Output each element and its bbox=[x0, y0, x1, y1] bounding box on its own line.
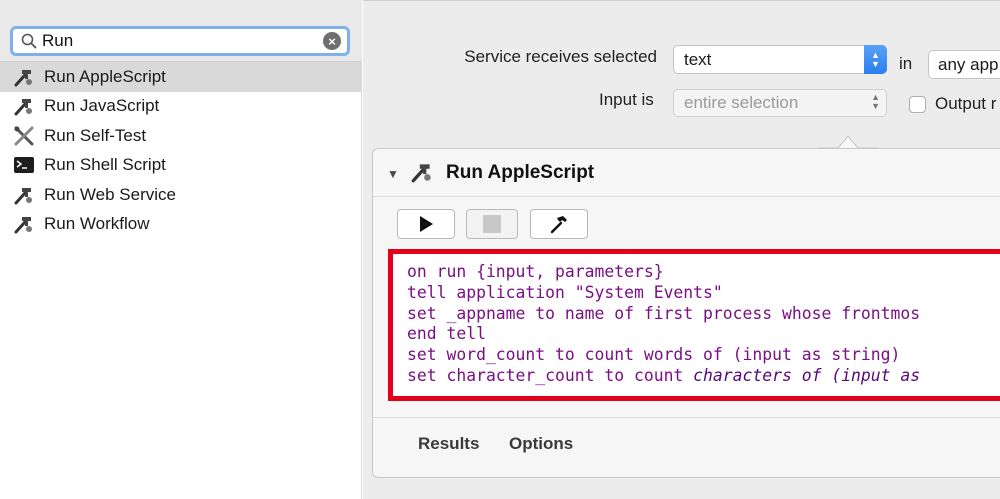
list-item-label: Run AppleScript bbox=[44, 66, 166, 86]
select-chevron-icon: ▲ ▼ bbox=[871, 92, 880, 111]
applescript-icon bbox=[12, 66, 36, 88]
output-label: Output r bbox=[935, 94, 997, 113]
list-item-label: Run Web Service bbox=[44, 184, 176, 204]
code-text-italic: characters of (input as bbox=[693, 365, 921, 385]
play-icon bbox=[420, 216, 433, 232]
list-item-run-workflow[interactable]: Run Workflow bbox=[0, 210, 362, 240]
list-item-run-shell-script[interactable]: Run Shell Script bbox=[0, 151, 362, 181]
terminal-icon bbox=[12, 154, 36, 176]
code-line: set word_count to count words of (input … bbox=[407, 345, 901, 365]
list-item-run-self-test[interactable]: Run Self-Test bbox=[0, 121, 362, 151]
list-item-label: Run Self-Test bbox=[44, 125, 147, 145]
search-bar: × bbox=[0, 0, 362, 62]
tab-options[interactable]: Options bbox=[509, 434, 573, 454]
clear-circle-icon[interactable]: × bbox=[323, 32, 341, 50]
in-label: in bbox=[899, 54, 913, 73]
search-field[interactable]: × bbox=[10, 26, 350, 56]
list-item-run-javascript[interactable]: Run JavaScript bbox=[0, 92, 362, 122]
application-value: any app bbox=[938, 55, 999, 74]
code-line: on run {input, parameters} bbox=[407, 262, 664, 281]
list-item-run-web-service[interactable]: Run Web Service bbox=[0, 180, 362, 210]
action-card: ▼ Run AppleScript on run {input, paramet… bbox=[372, 148, 1000, 478]
actions-library-pane: × Run AppleScript Run JavaScript Run Sel… bbox=[0, 0, 362, 499]
service-receives-label: Service receives selected bbox=[464, 47, 657, 66]
tools-cross-icon bbox=[12, 125, 36, 147]
input-is-value: entire selection bbox=[684, 93, 799, 112]
input-is-label: Input is bbox=[599, 90, 654, 109]
magnifier-icon bbox=[16, 29, 42, 53]
applescript-icon bbox=[12, 184, 36, 206]
select-stepper-icon: ▲ ▼ bbox=[864, 45, 887, 74]
code-line: tell application "System Events" bbox=[407, 282, 723, 302]
list-item-label: Run Workflow bbox=[44, 214, 150, 234]
service-type-select[interactable]: text ▲ ▼ bbox=[673, 45, 887, 74]
code-line: end tell bbox=[407, 324, 486, 344]
list-item-label: Run JavaScript bbox=[44, 96, 160, 116]
search-input[interactable] bbox=[42, 30, 323, 52]
list-item-label: Run Shell Script bbox=[44, 155, 166, 175]
service-type-value: text bbox=[684, 50, 712, 69]
output-checkbox[interactable] bbox=[909, 96, 926, 113]
code-line: set _appname to name of first process wh… bbox=[407, 303, 921, 323]
code-line: set character_count to count characters … bbox=[407, 366, 1000, 387]
stop-button[interactable] bbox=[466, 209, 518, 239]
hammer-icon bbox=[550, 216, 567, 234]
stop-icon bbox=[483, 215, 501, 233]
action-list: Run AppleScript Run JavaScript Run Self-… bbox=[0, 62, 362, 239]
workflow-pane: Service receives selected text ▲ ▼ in any… bbox=[363, 0, 1000, 499]
action-card-tabs: Results Options bbox=[373, 417, 1000, 455]
run-button[interactable] bbox=[397, 209, 455, 239]
action-title: Run AppleScript bbox=[446, 162, 595, 183]
list-item-run-applescript[interactable]: Run AppleScript bbox=[0, 62, 362, 92]
applescript-icon bbox=[409, 159, 435, 185]
compile-button[interactable] bbox=[530, 209, 588, 239]
applescript-icon bbox=[12, 95, 36, 117]
code-text: set character_count to count bbox=[407, 365, 694, 385]
action-card-header: ▼ Run AppleScript bbox=[373, 149, 1000, 197]
application-select[interactable]: any app bbox=[928, 50, 1000, 79]
applescript-icon bbox=[12, 213, 36, 235]
disclosure-triangle-icon[interactable]: ▼ bbox=[387, 167, 399, 181]
script-editor[interactable]: on run {input, parameters} tell applicat… bbox=[388, 249, 1000, 401]
tab-results[interactable]: Results bbox=[418, 434, 479, 454]
input-is-select[interactable]: entire selection ▲ ▼ bbox=[673, 89, 887, 117]
